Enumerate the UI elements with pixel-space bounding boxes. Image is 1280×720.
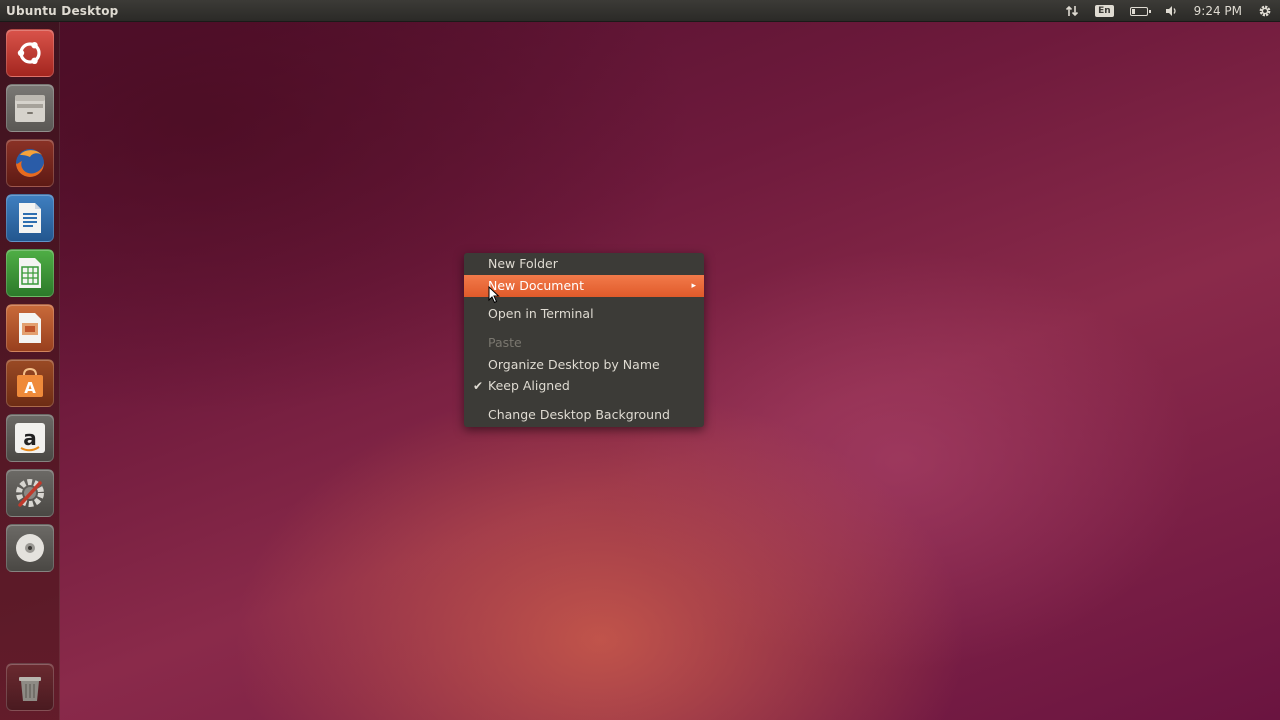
libreoffice-calc-icon xyxy=(19,258,41,288)
network-indicator[interactable] xyxy=(1057,0,1087,22)
system-settings-icon xyxy=(16,479,44,507)
speaker-icon xyxy=(1165,6,1176,16)
network-updown-icon xyxy=(1066,5,1079,17)
desktop-context-menu: New Folder New Document ▸ Open in Termin… xyxy=(464,253,704,427)
menu-item-open-in-terminal[interactable]: Open in Terminal xyxy=(464,303,704,325)
launcher-item-system-settings[interactable] xyxy=(6,469,54,517)
amazon-icon: a xyxy=(15,423,45,453)
clock-text: 9:24 PM xyxy=(1193,4,1242,18)
menu-item-label: Open in Terminal xyxy=(488,306,594,321)
menu-item-organize-desktop-by-name[interactable]: Organize Desktop by Name xyxy=(464,354,704,376)
svg-text:A: A xyxy=(24,379,36,397)
menu-item-label: Organize Desktop by Name xyxy=(488,357,660,372)
menu-item-label: New Folder xyxy=(488,256,558,271)
keyboard-indicator[interactable]: En xyxy=(1087,0,1122,22)
svg-text:a: a xyxy=(23,426,37,450)
launcher-item-trash[interactable] xyxy=(6,663,54,711)
file-manager-icon xyxy=(15,95,45,122)
libreoffice-impress-icon xyxy=(19,313,41,343)
menu-item-new-folder[interactable]: New Folder xyxy=(464,253,704,275)
battery-icon xyxy=(1129,6,1151,16)
menu-item-paste: Paste xyxy=(464,332,704,354)
launcher-item-optical-drive[interactable] xyxy=(6,524,54,572)
menu-item-label: Keep Aligned xyxy=(488,378,570,393)
launcher-item-libreoffice-impress[interactable] xyxy=(6,304,54,352)
menu-item-label: Paste xyxy=(488,335,522,350)
launcher: A a xyxy=(0,22,60,720)
launcher-item-dash-home[interactable] xyxy=(6,29,54,77)
launcher-item-files[interactable] xyxy=(6,84,54,132)
gear-icon xyxy=(1259,5,1271,17)
session-indicator[interactable] xyxy=(1250,0,1280,22)
libreoffice-writer-icon xyxy=(19,203,41,233)
desktop[interactable]: Ubuntu Desktop En 9:24 PM A a New Folder… xyxy=(0,0,1280,720)
menu-item-label: Change Desktop Background xyxy=(488,407,670,422)
sound-indicator[interactable] xyxy=(1156,0,1186,22)
indicator-area: En 9:24 PM xyxy=(1057,0,1280,22)
launcher-item-libreoffice-writer[interactable] xyxy=(6,194,54,242)
clock-indicator[interactable]: 9:24 PM xyxy=(1186,0,1250,22)
ubuntu-logo-icon xyxy=(17,42,41,64)
check-icon: ✔ xyxy=(473,379,484,393)
launcher-item-software-center[interactable]: A xyxy=(6,359,54,407)
trash-icon xyxy=(19,677,41,701)
menu-item-new-document[interactable]: New Document ▸ xyxy=(464,275,704,297)
panel-title: Ubuntu Desktop xyxy=(6,4,119,18)
battery-level-fill xyxy=(1131,8,1135,14)
dvd-icon xyxy=(16,534,44,562)
launcher-item-amazon[interactable]: a xyxy=(6,414,54,462)
menu-item-change-desktop-background[interactable]: Change Desktop Background xyxy=(464,404,704,426)
top-panel: Ubuntu Desktop En 9:24 PM xyxy=(0,0,1280,22)
menu-item-keep-aligned[interactable]: ✔ Keep Aligned xyxy=(464,375,704,397)
mouse-pointer-icon xyxy=(488,286,500,304)
launcher-item-libreoffice-calc[interactable] xyxy=(6,249,54,297)
submenu-arrow-icon: ▸ xyxy=(691,281,696,291)
battery-indicator[interactable] xyxy=(1122,0,1156,22)
launcher-item-firefox[interactable] xyxy=(6,139,54,187)
menu-item-label: New Document xyxy=(488,278,584,293)
firefox-icon xyxy=(16,149,44,177)
keyboard-layout-badge: En xyxy=(1095,5,1114,17)
software-center-icon: A xyxy=(17,367,43,397)
